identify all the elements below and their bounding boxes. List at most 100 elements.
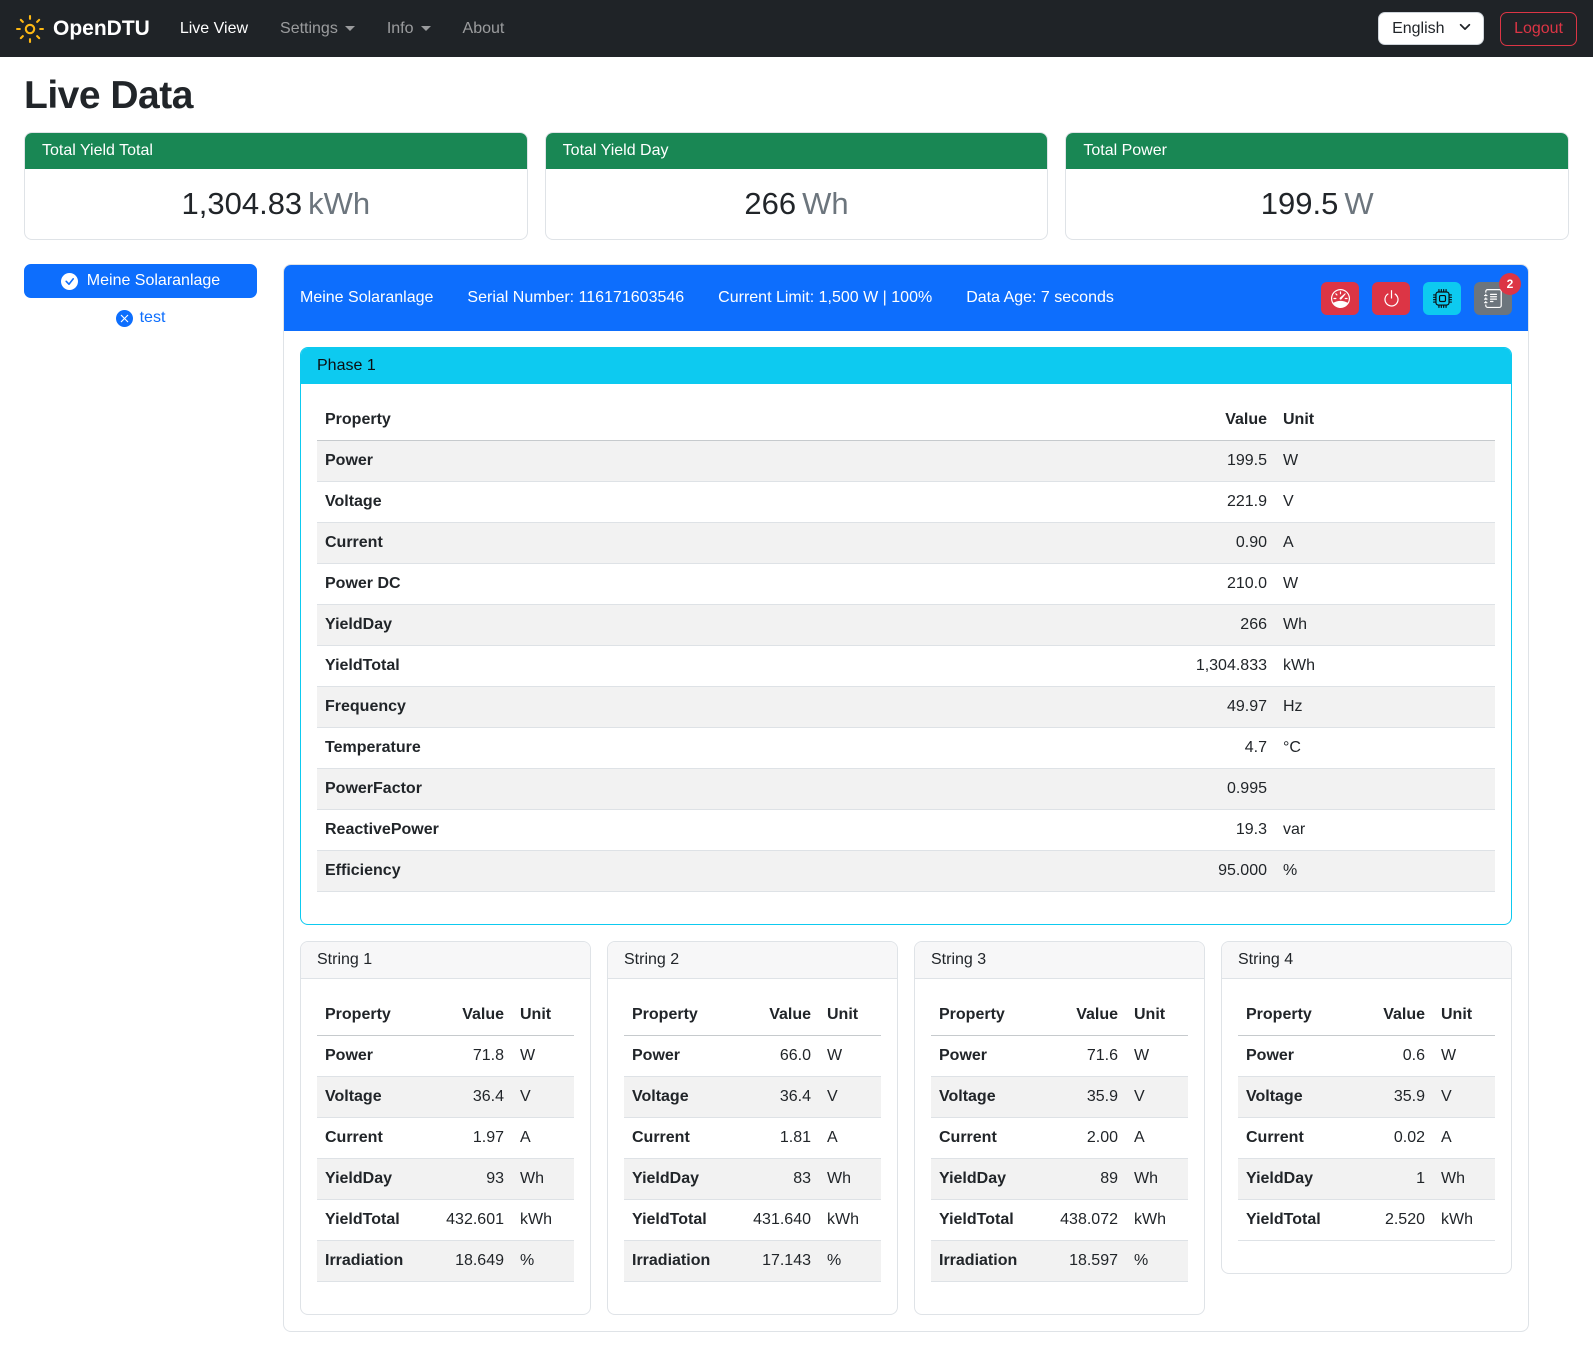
unit-cell: % xyxy=(1126,1241,1188,1282)
value-cell: 438.072 xyxy=(1034,1200,1126,1241)
total-yield-total-card: Total Yield Total 1,304.83kWh xyxy=(24,132,528,240)
caret-down-icon xyxy=(345,26,355,31)
table-row: Irradiation 18.649 % xyxy=(317,1241,574,1282)
value-cell: 17.143 xyxy=(727,1241,819,1282)
property-cell: Voltage xyxy=(931,1077,1034,1118)
property-cell: Power xyxy=(931,1036,1034,1077)
col-value: Value xyxy=(727,995,819,1036)
property-cell: YieldDay xyxy=(624,1159,727,1200)
unit-cell: V xyxy=(512,1077,574,1118)
table-row: Current 2.00 A xyxy=(931,1118,1188,1159)
col-value: Value xyxy=(1341,995,1433,1036)
brand-name: OpenDTU xyxy=(53,17,150,41)
property-cell: YieldDay xyxy=(931,1159,1034,1200)
value-cell: 35.9 xyxy=(1341,1077,1433,1118)
property-cell: Current xyxy=(317,1118,420,1159)
logout-button[interactable]: Logout xyxy=(1500,12,1577,46)
unit-cell: kWh xyxy=(1433,1200,1495,1241)
string-2-card: String 2 Property Value Unit xyxy=(607,941,898,1315)
nav-item-settings[interactable]: Settings xyxy=(264,12,371,46)
value-cell: 18.597 xyxy=(1034,1241,1126,1282)
string-table: Property Value Unit Power xyxy=(624,995,881,1282)
table-row: YieldDay 1 Wh xyxy=(1238,1159,1495,1200)
col-value: Value xyxy=(1125,400,1275,441)
unit-cell: V xyxy=(1433,1077,1495,1118)
inverter-selector-test[interactable]: test xyxy=(24,309,257,327)
unit-cell: W xyxy=(1126,1036,1188,1077)
speedometer-icon xyxy=(1331,289,1350,308)
unit-cell: V xyxy=(819,1077,881,1118)
value-cell: 4.7 xyxy=(1125,728,1275,769)
event-log-button[interactable]: 2 xyxy=(1474,282,1512,315)
unit-cell: W xyxy=(1275,564,1495,605)
property-cell: YieldDay xyxy=(317,605,1125,646)
strings-row: String 1 Property Value Unit xyxy=(300,941,1512,1315)
nav-item-label: Live View xyxy=(180,20,248,38)
string-table-body: Power 0.6 W Voltage 35.9 V xyxy=(1238,1036,1495,1241)
property-cell: YieldTotal xyxy=(931,1200,1034,1241)
table-row: PowerFactor 0.995 xyxy=(317,769,1495,810)
string-body: Property Value Unit Power xyxy=(301,979,590,1314)
property-cell: Power xyxy=(1238,1036,1341,1077)
string-table-body: Power 66.0 W Voltage 36.4 V xyxy=(624,1036,881,1282)
inverter-action-buttons: 2 xyxy=(1321,282,1512,315)
limit-settings-button[interactable] xyxy=(1321,282,1359,315)
property-cell: YieldTotal xyxy=(1238,1200,1341,1241)
string-4-card: String 4 Property Value Unit xyxy=(1221,941,1512,1274)
nav-item-info[interactable]: Info xyxy=(371,12,447,46)
property-cell: Irradiation xyxy=(317,1241,420,1282)
property-cell: Current xyxy=(624,1118,727,1159)
inverter-selector-selected[interactable]: Meine Solaranlage xyxy=(24,264,257,298)
table-header-row: Property Value Unit xyxy=(1238,995,1495,1036)
card-title: Total Power xyxy=(1066,133,1568,169)
table-row: Power 71.8 W xyxy=(317,1036,574,1077)
unit-cell: % xyxy=(512,1241,574,1282)
phase-title: Phase 1 xyxy=(301,348,1511,384)
inverter-panel-header: Meine Solaranlage Serial Number: 1161716… xyxy=(284,265,1528,331)
card-title: Total Yield Total xyxy=(25,133,527,169)
string-body: Property Value Unit Power xyxy=(915,979,1204,1314)
property-cell: Irradiation xyxy=(624,1241,727,1282)
device-info-button[interactable] xyxy=(1423,282,1461,315)
property-cell: Irradiation xyxy=(931,1241,1034,1282)
unit-cell: A xyxy=(819,1118,881,1159)
unit-cell: °C xyxy=(1275,728,1495,769)
nav-item-label: Info xyxy=(387,20,414,38)
col-value: Value xyxy=(1034,995,1126,1036)
card-body: 1,304.83kWh xyxy=(25,169,527,239)
unit-cell: W xyxy=(819,1036,881,1077)
property-cell: Voltage xyxy=(317,1077,420,1118)
table-row: Frequency 49.97 Hz xyxy=(317,687,1495,728)
unit-cell: var xyxy=(1275,810,1495,851)
nav-item-live-view[interactable]: Live View xyxy=(164,12,264,46)
power-control-button[interactable] xyxy=(1372,282,1410,315)
property-cell: YieldTotal xyxy=(317,1200,420,1241)
unit-cell: W xyxy=(1433,1036,1495,1077)
value-cell: 221.9 xyxy=(1125,482,1275,523)
value-cell: 432.601 xyxy=(420,1200,512,1241)
col-unit: Unit xyxy=(819,995,881,1036)
value-cell: 1 xyxy=(1341,1159,1433,1200)
card-unit: Wh xyxy=(802,186,849,221)
brand[interactable]: OpenDTU xyxy=(16,15,150,43)
value-cell: 0.02 xyxy=(1341,1118,1433,1159)
table-row: YieldDay 83 Wh xyxy=(624,1159,881,1200)
unit-cell: Wh xyxy=(1275,605,1495,646)
value-cell: 2.520 xyxy=(1341,1200,1433,1241)
nav-item-about[interactable]: About xyxy=(447,12,521,46)
table-row: Temperature 4.7 °C xyxy=(317,728,1495,769)
property-cell: Efficiency xyxy=(317,851,1125,892)
col-property: Property xyxy=(624,995,727,1036)
table-row: Current 1.81 A xyxy=(624,1118,881,1159)
col-property: Property xyxy=(317,995,420,1036)
language-select[interactable]: English xyxy=(1378,12,1484,45)
journal-text-icon xyxy=(1484,289,1503,308)
data-age: Data Age: 7 seconds xyxy=(966,289,1114,307)
unit-cell: A xyxy=(512,1118,574,1159)
current-limit: Current Limit: 1,500 W | 100% xyxy=(718,289,932,307)
event-count-badge: 2 xyxy=(1499,273,1521,295)
value-cell: 1,304.833 xyxy=(1125,646,1275,687)
unit-cell: kWh xyxy=(512,1200,574,1241)
table-row: ReactivePower 19.3 var xyxy=(317,810,1495,851)
value-cell: 210.0 xyxy=(1125,564,1275,605)
